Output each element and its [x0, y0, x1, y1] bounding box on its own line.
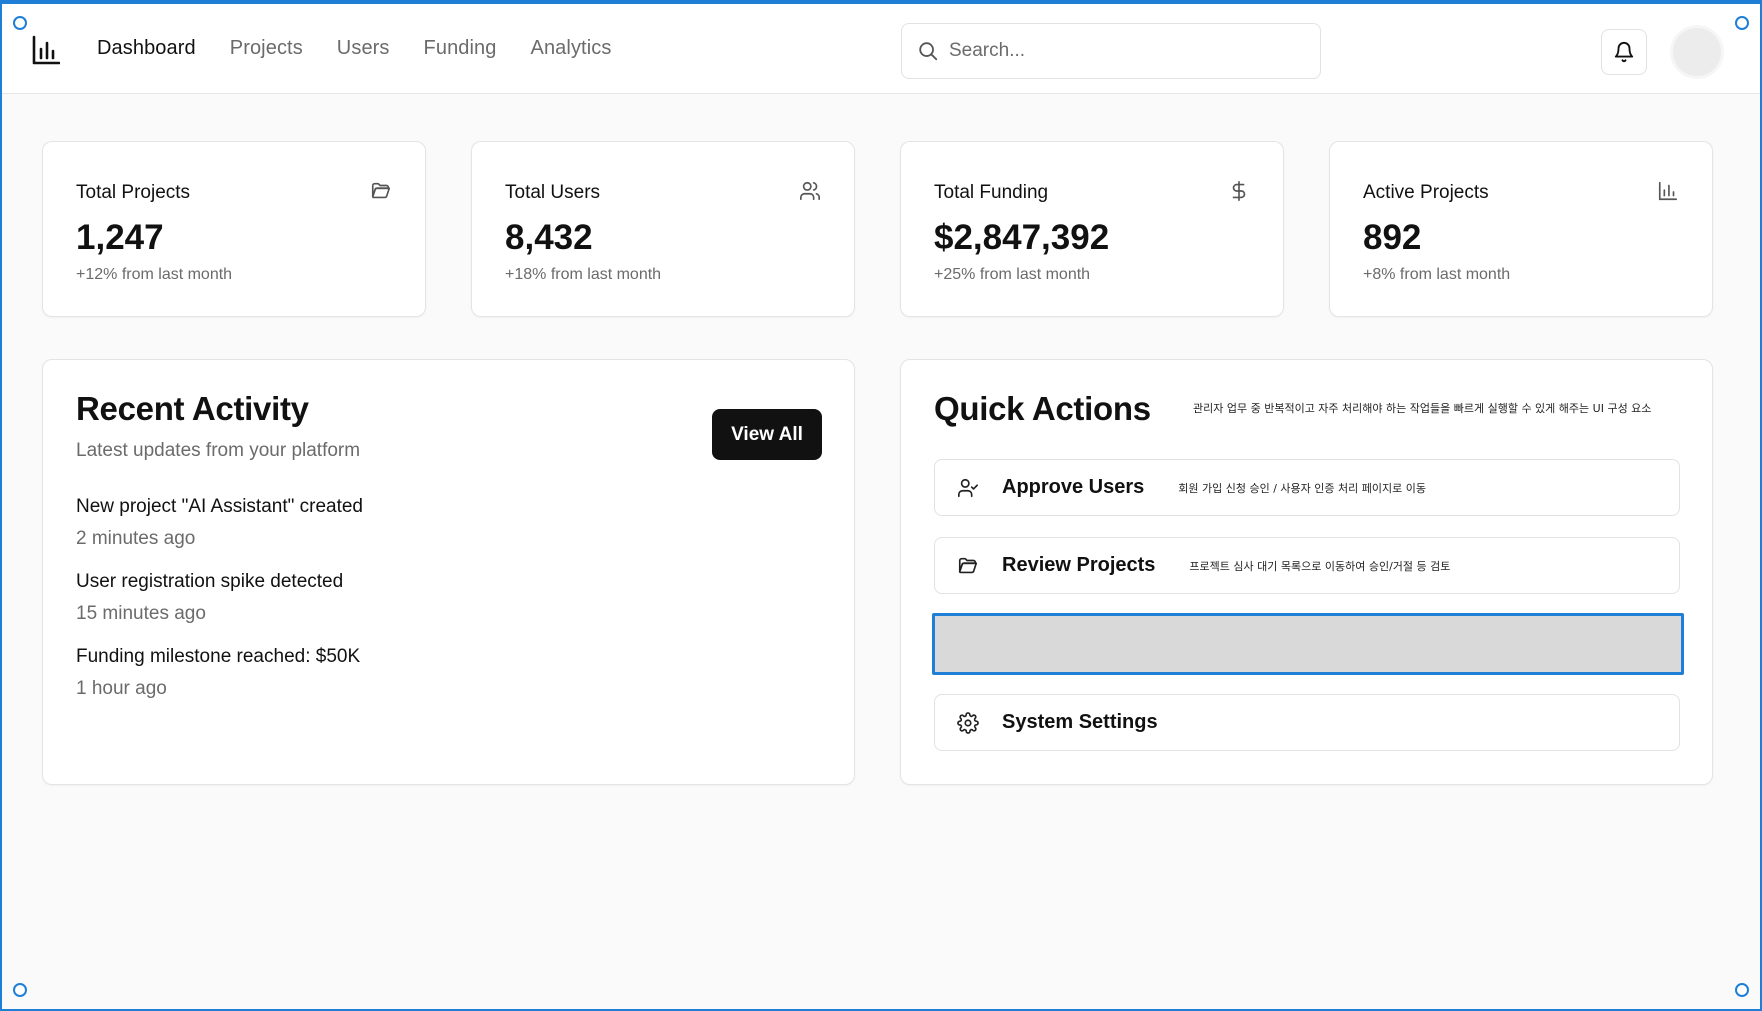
gear-icon — [956, 711, 980, 735]
review-projects-button[interactable]: Review Projects 프로젝트 심사 대기 목록으로 이동하여 승인/… — [934, 537, 1680, 594]
nav-item-dashboard[interactable]: Dashboard — [97, 37, 196, 60]
activity-time: 1 hour ago — [76, 678, 167, 699]
activity-title: Funding milestone reached: $50K — [76, 646, 361, 667]
action-description: 프로젝트 심사 대기 목록으로 이동하여 승인/거절 등 검토 — [1189, 559, 1451, 573]
resize-handle-top-left[interactable] — [13, 16, 27, 30]
resize-handle-top-right[interactable] — [1735, 16, 1749, 30]
dollar-icon — [1232, 181, 1246, 201]
user-check-icon — [956, 476, 980, 500]
quick-actions-panel: Quick Actions 관리자 업무 중 반복적이고 자주 처리해야 하는 … — [900, 359, 1713, 785]
users-icon — [800, 181, 820, 201]
bar-chart-icon — [1658, 181, 1678, 201]
nav-item-analytics[interactable]: Analytics — [531, 37, 612, 60]
nav-item-projects[interactable]: Projects — [230, 37, 303, 60]
stat-label: Total Funding — [934, 182, 1049, 203]
activity-title: New project "AI Assistant" created — [76, 496, 364, 517]
stat-label: Active Projects — [1363, 182, 1489, 203]
stat-card-total-users: Total Users 8,432 +18% from last month — [471, 141, 855, 317]
quick-actions-title: Quick Actions — [934, 390, 1151, 427]
nav-item-funding[interactable]: Funding — [424, 37, 497, 60]
folder-icon — [371, 182, 391, 199]
notifications-button[interactable] — [1601, 29, 1647, 75]
approve-users-button[interactable]: Approve Users 회원 가입 신청 승인 / 사용자 인증 처리 페이… — [934, 459, 1680, 516]
stat-card-total-funding: Total Funding $2,847,392 +25% from last … — [900, 141, 1284, 317]
stat-change: +12% from last month — [76, 266, 233, 283]
stat-change: +8% from last month — [1363, 266, 1511, 283]
activity-item: User registration spike detected 15 minu… — [76, 571, 343, 625]
folder-icon — [956, 554, 980, 578]
stat-change: +25% from last month — [934, 266, 1091, 283]
activity-item: Funding milestone reached: $50K 1 hour a… — [76, 646, 360, 700]
action-description: 회원 가입 신청 승인 / 사용자 인증 처리 페이지로 이동 — [1178, 481, 1426, 495]
view-all-button[interactable]: View All — [712, 409, 822, 460]
resize-handle-bottom-right[interactable] — [1735, 983, 1749, 997]
action-label: Review Projects — [1002, 554, 1156, 576]
selected-placeholder-action[interactable] — [932, 613, 1684, 675]
stat-label: Total Projects — [76, 182, 191, 203]
stat-card-active-projects: Active Projects 892 +8% from last month — [1329, 141, 1713, 317]
search-input[interactable] — [949, 40, 1289, 62]
activity-item: New project "AI Assistant" created 2 min… — [76, 496, 363, 550]
action-label: Approve Users — [1002, 476, 1145, 498]
activity-title: User registration spike detected — [76, 571, 344, 592]
recent-activity-title: Recent Activity — [76, 390, 309, 427]
bell-icon — [1614, 42, 1634, 63]
main-nav: Dashboard Projects Users Funding Analyti… — [97, 37, 611, 60]
bar-chart-logo-icon[interactable] — [32, 35, 60, 65]
action-label: System Settings — [1002, 711, 1158, 733]
stat-value: $2,847,392 — [934, 218, 1110, 257]
resize-handle-bottom-left[interactable] — [13, 983, 27, 997]
recent-activity-subtitle: Latest updates from your platform — [76, 440, 361, 461]
activity-time: 2 minutes ago — [76, 528, 196, 549]
quick-actions-annotation: 관리자 업무 중 반복적이고 자주 처리해야 하는 작업들을 빠르게 실행할 수… — [1193, 402, 1652, 415]
top-header: Dashboard Projects Users Funding Analyti… — [2, 4, 1760, 94]
stat-card-total-projects: Total Projects 1,247 +12% from last mont… — [42, 141, 426, 317]
user-avatar[interactable] — [1670, 25, 1724, 79]
dashboard-page: Dashboard Projects Users Funding Analyti… — [2, 4, 1760, 1009]
search-box — [901, 23, 1321, 79]
stat-value: 892 — [1363, 218, 1422, 257]
stat-label: Total Users — [505, 182, 601, 203]
search-icon — [919, 42, 938, 61]
nav-item-users[interactable]: Users — [337, 37, 390, 60]
recent-activity-panel: Recent Activity Latest updates from your… — [42, 359, 855, 785]
activity-time: 15 minutes ago — [76, 603, 206, 624]
stat-value: 1,247 — [76, 218, 164, 257]
system-settings-button[interactable]: System Settings — [934, 694, 1680, 751]
stat-change: +18% from last month — [505, 266, 662, 283]
stat-value: 8,432 — [505, 218, 593, 257]
